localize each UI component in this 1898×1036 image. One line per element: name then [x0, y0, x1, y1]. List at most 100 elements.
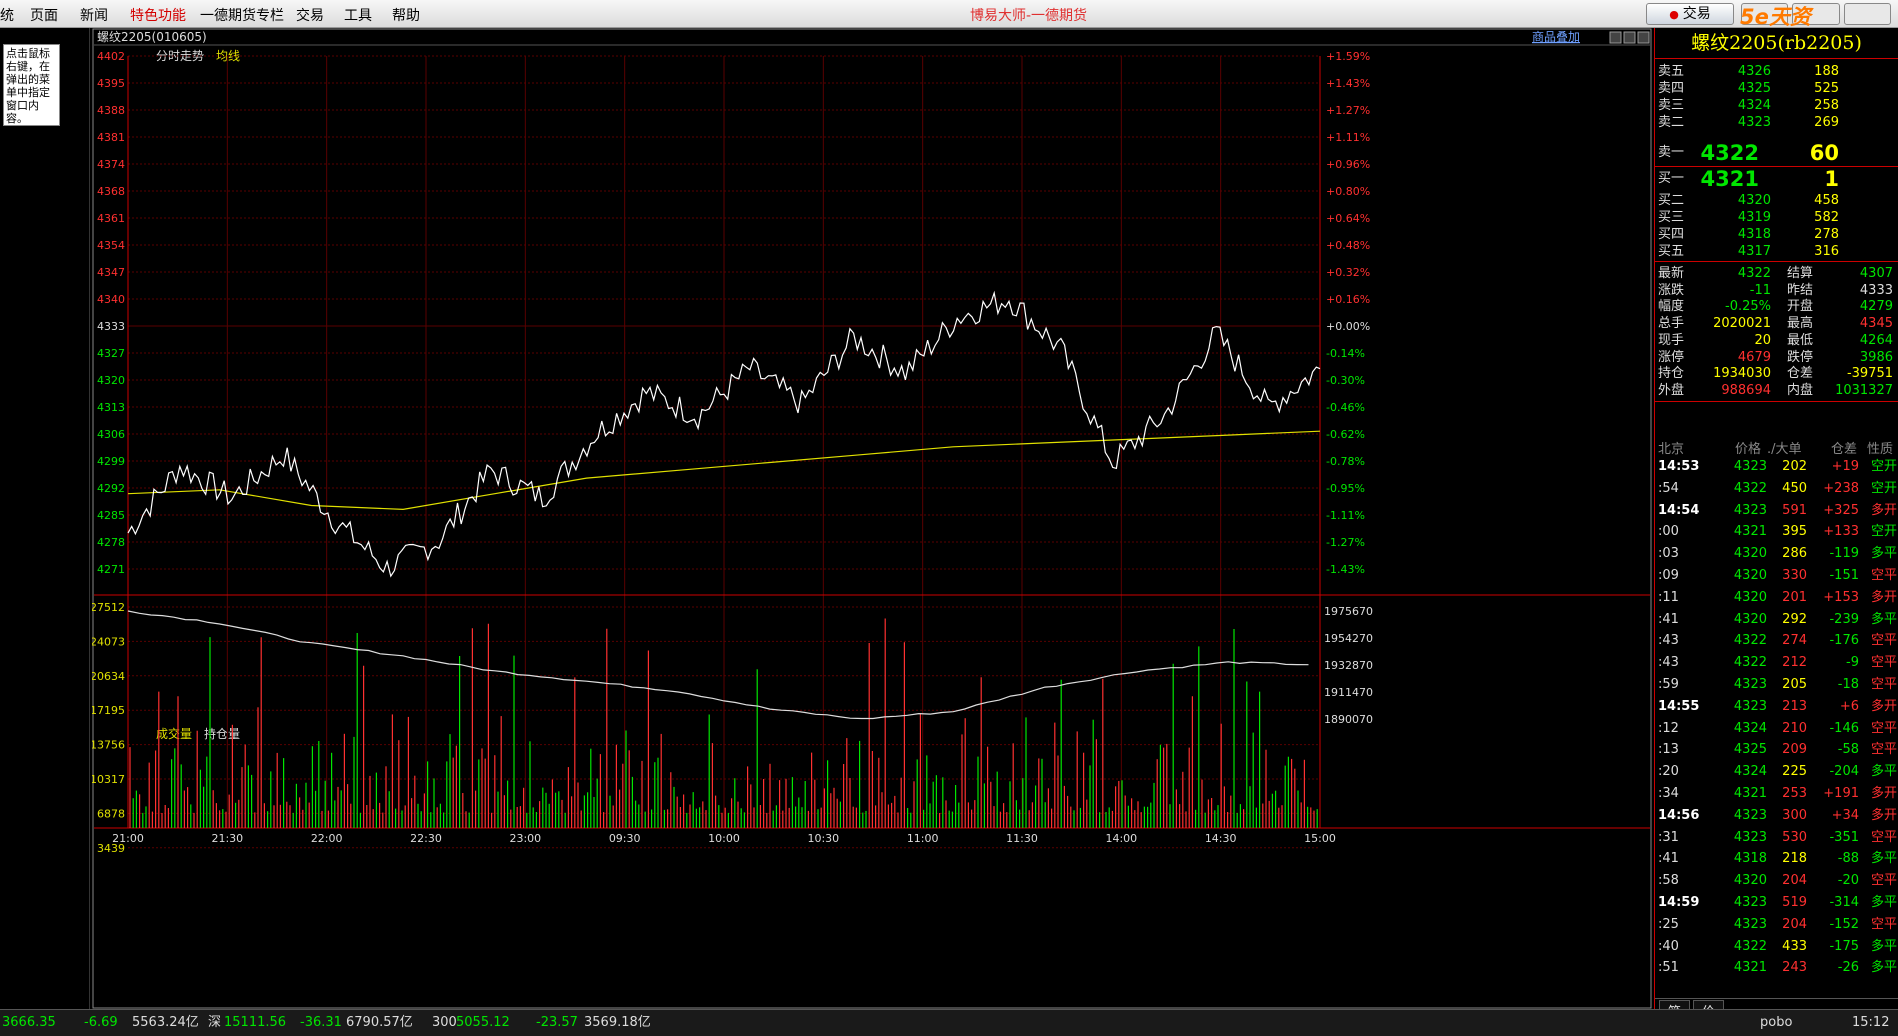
tick-time: :13: [1658, 742, 1679, 758]
percent-tick-label: -0.46%: [1326, 401, 1365, 414]
tick-oi-change: +19: [1831, 459, 1859, 474]
menu-item-page[interactable]: 页面: [30, 5, 58, 25]
tick-row[interactable]: :43 4322 274 -176 空平: [1655, 630, 1898, 652]
tick-nature: 空开: [1870, 480, 1897, 496]
tick-row[interactable]: :31 4323 530 -351 空平: [1655, 827, 1898, 849]
tick-row[interactable]: :03 4320 286 -119 多平: [1655, 543, 1898, 565]
tick-row[interactable]: :40 4322 433 -175 多平: [1655, 936, 1898, 958]
volume-tick-label: 17195: [92, 704, 125, 717]
tick-nature: 空平: [1870, 742, 1897, 758]
tick-row[interactable]: 14:54 4323 591 +325 多开: [1655, 500, 1898, 522]
bid-price: 4321: [1700, 167, 1759, 191]
tick-price: 4323: [1733, 829, 1767, 845]
status-item: 5563.24亿: [132, 1015, 199, 1030]
tick-price: 4321: [1733, 786, 1767, 801]
tick-row[interactable]: :20 4324 225 -204 多平: [1655, 761, 1898, 783]
menu-item-help[interactable]: 帮助: [392, 5, 420, 25]
tick-row[interactable]: :41 4320 292 -239 多平: [1655, 609, 1898, 631]
stat-value: 988694: [1721, 382, 1771, 398]
tick-oi-change: +238: [1823, 480, 1859, 496]
tick-price: 4324: [1733, 764, 1767, 780]
tick-volume: 300: [1782, 807, 1807, 823]
chart-ctl-button-1[interactable]: [1609, 31, 1622, 44]
chart-area[interactable]: 螺纹2205(010605) 商品叠加 分时走势 均线 成交量 持仓量 4402…: [90, 28, 1652, 1009]
time-tick-label: 15:00: [1304, 832, 1336, 845]
menu-item-yide-column[interactable]: 一德期货专栏: [200, 5, 284, 25]
status-bar: 3666.35 -6.69 5563.24亿深 15111.56 -36.31 6790.…: [0, 1009, 1898, 1036]
menu-item-trade[interactable]: 交易: [296, 5, 324, 25]
tick-row[interactable]: 14:55 4323 213 +6 多开: [1655, 696, 1898, 718]
tick-nature: 多开: [1870, 698, 1897, 714]
tick-volume: 204: [1782, 916, 1807, 932]
price-tick-label: 4354: [97, 239, 125, 252]
menu-item-news[interactable]: 新闻: [80, 5, 108, 25]
chart-ctl-button-2[interactable]: [1623, 31, 1636, 44]
tick-row[interactable]: :09 4320 330 -151 空平: [1655, 565, 1898, 587]
tick-row[interactable]: 14:59 4323 519 -314 多平: [1655, 892, 1898, 914]
tick-row[interactable]: :41 4318 218 -88 多平: [1655, 848, 1898, 870]
tick-row[interactable]: 14:56 4323 300 +34 多开: [1655, 805, 1898, 827]
tick-volume: 530: [1782, 829, 1807, 845]
tick-nature: 多平: [1870, 960, 1897, 976]
tick-row[interactable]: :51 4321 243 -26 多平: [1655, 957, 1898, 979]
tick-row[interactable]: :11 4320 201 +153 多开: [1655, 587, 1898, 609]
bid-row[interactable]: 买一 4321 1: [1655, 166, 1898, 192]
tick-price: 4322: [1733, 655, 1767, 671]
stat-row: 外盘 988694 内盘 1031327: [1655, 381, 1898, 401]
tick-volume: 591: [1782, 502, 1807, 518]
chart-symbol-label: 螺纹2205(010605): [97, 30, 207, 44]
tick-volume: 292: [1782, 611, 1807, 627]
ticks-header-price: 价格: [1735, 442, 1762, 457]
percent-tick-label: +0.64%: [1326, 212, 1370, 225]
bid-row[interactable]: 买五 4317 316: [1655, 242, 1898, 262]
tick-row[interactable]: :00 4321 395 +133 空开: [1655, 521, 1898, 543]
tick-nature: 空平: [1870, 655, 1897, 671]
ask-row[interactable]: 卖二 4323 269: [1655, 113, 1898, 133]
trade-button[interactable]: ● 交易: [1646, 3, 1734, 25]
percent-tick-label: +0.96%: [1326, 158, 1370, 171]
tick-row[interactable]: :43 4322 212 -9 空平: [1655, 652, 1898, 674]
tick-nature: 多开: [1870, 807, 1897, 823]
tick-oi-change: -18: [1837, 677, 1859, 692]
menu-item-features[interactable]: 特色功能: [130, 5, 186, 25]
right-click-tip: 点击鼠标右键，在弹出的菜单中指定窗口内容。: [3, 44, 60, 126]
tick-row[interactable]: :58 4320 204 -20 空平: [1655, 870, 1898, 892]
percent-tick-label: +0.32%: [1326, 266, 1370, 279]
bid-price: 4317: [1737, 244, 1771, 259]
tick-volume: 210: [1782, 720, 1807, 736]
tick-time: 14:56: [1658, 807, 1700, 823]
time-tick-label: 11:30: [1006, 832, 1038, 845]
tick-volume: 243: [1782, 960, 1807, 976]
stat-label-2: 内盘: [1787, 382, 1814, 398]
time-tick-label: 09:30: [609, 832, 641, 845]
tick-nature: 多开: [1870, 502, 1897, 518]
overlay-link[interactable]: 商品叠加: [1532, 29, 1580, 44]
stat-value-2: 1031327: [1835, 382, 1893, 398]
menu-bar: 统 页面 新闻 特色功能 一德期货专栏 交易 工具 帮助 博易大师-一德期货 ●…: [0, 0, 1898, 55]
tick-row[interactable]: :13 4325 209 -58 空平: [1655, 739, 1898, 761]
price-tick-label: 4299: [97, 455, 125, 468]
intraday-chart[interactable]: 螺纹2205(010605) 商品叠加 分时走势 均线 成交量 持仓量 4402…: [90, 28, 1652, 1009]
chart-ctl-button-3[interactable]: [1637, 31, 1650, 44]
tick-row[interactable]: :12 4324 210 -146 空平: [1655, 718, 1898, 740]
tick-price: 4323: [1733, 807, 1767, 823]
tick-row[interactable]: 14:53 4323 202 +19 空开: [1655, 456, 1898, 478]
status-item: 深: [208, 1015, 222, 1030]
ask-row[interactable]: 卖一 4322 60: [1655, 140, 1898, 166]
tick-nature: 空平: [1870, 633, 1897, 649]
tick-oi-change: -146: [1829, 720, 1859, 736]
tick-price: 4321: [1733, 524, 1767, 540]
tick-row[interactable]: :34 4321 253 +191 多开: [1655, 783, 1898, 805]
tick-volume: 433: [1782, 938, 1807, 954]
tick-row[interactable]: :54 4322 450 +238 空开: [1655, 478, 1898, 500]
percent-tick-label: +1.59%: [1326, 50, 1370, 63]
quote-title: 螺纹2205(rb2205): [1655, 28, 1898, 59]
tick-row[interactable]: :25 4323 204 -152 空平: [1655, 914, 1898, 936]
tick-price: 4325: [1733, 742, 1767, 758]
menu-item-system[interactable]: 统: [0, 5, 14, 25]
menu-item-tools[interactable]: 工具: [344, 5, 372, 25]
tick-oi-change: -20: [1837, 873, 1859, 889]
price-tick-label: 4361: [97, 212, 125, 225]
tick-row[interactable]: :59 4323 205 -18 空平: [1655, 674, 1898, 696]
ticks-header-volume: ./大单: [1767, 442, 1802, 457]
